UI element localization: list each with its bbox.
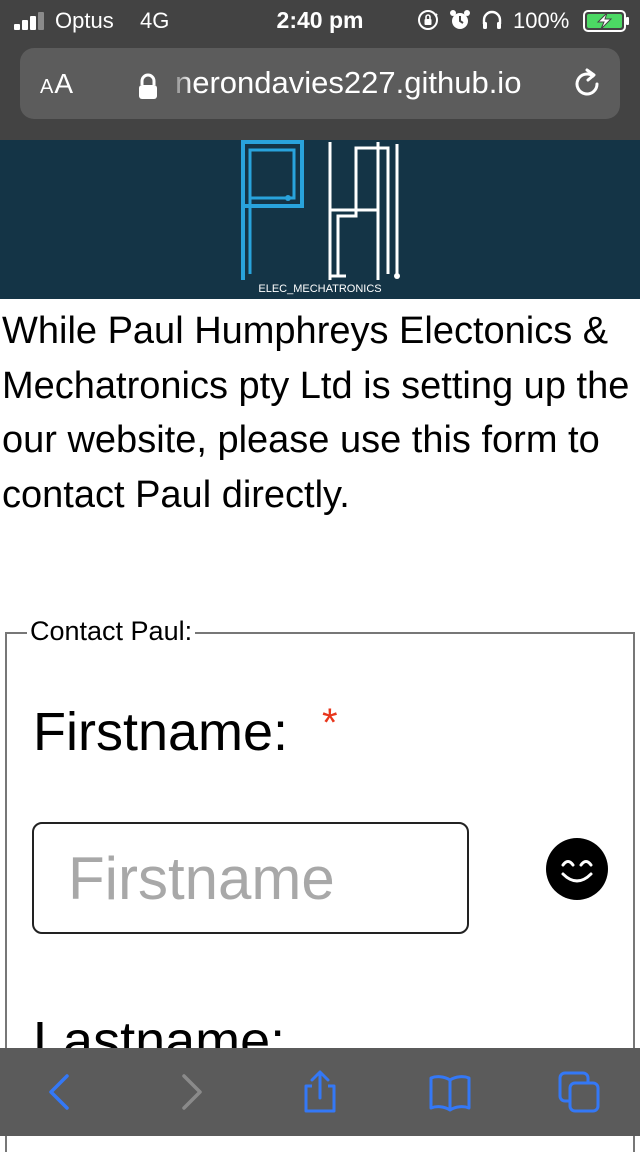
headphones-icon <box>482 10 502 29</box>
forward-icon[interactable] <box>170 1070 214 1114</box>
browser-chrome: AA nerondavies227.github.io <box>0 40 640 140</box>
logo-caption: ELEC_MECHATRONICS <box>258 283 382 295</box>
address-bar[interactable]: AA nerondavies227.github.io <box>20 48 620 119</box>
orientation-lock-icon <box>418 10 438 30</box>
battery-charging-icon <box>583 10 629 32</box>
ph-logo <box>241 140 400 280</box>
smile-icon <box>546 838 608 900</box>
firstname-label: Firstname: <box>33 702 289 762</box>
reader-label-small: A <box>40 76 55 98</box>
share-icon[interactable] <box>298 1070 342 1114</box>
browser-toolbar <box>0 1048 640 1136</box>
status-bar: Optus 4G 2:40 pm 100% <box>0 0 640 40</box>
required-marker: * <box>322 701 338 745</box>
intro-paragraph: While Paul Humphreys Electonics & Mechat… <box>2 310 630 516</box>
lock-icon <box>139 73 157 99</box>
contact-legend: Contact Paul: <box>27 616 196 647</box>
bookmarks-icon[interactable] <box>428 1070 472 1114</box>
url-fade <box>168 58 192 108</box>
site-header: ELEC_MECHATRONICS <box>0 140 640 299</box>
url-text[interactable]: nerondavies227.github.io <box>175 65 570 101</box>
battery-percent: 100% <box>513 8 570 33</box>
tabs-icon[interactable] <box>557 1070 601 1114</box>
reader-label-large: A <box>54 68 75 99</box>
firstname-input[interactable] <box>32 822 469 934</box>
reader-view-button[interactable]: AA <box>40 68 74 100</box>
alarm-icon <box>450 10 470 29</box>
back-icon[interactable] <box>37 1070 81 1114</box>
reload-icon[interactable] <box>570 67 604 101</box>
